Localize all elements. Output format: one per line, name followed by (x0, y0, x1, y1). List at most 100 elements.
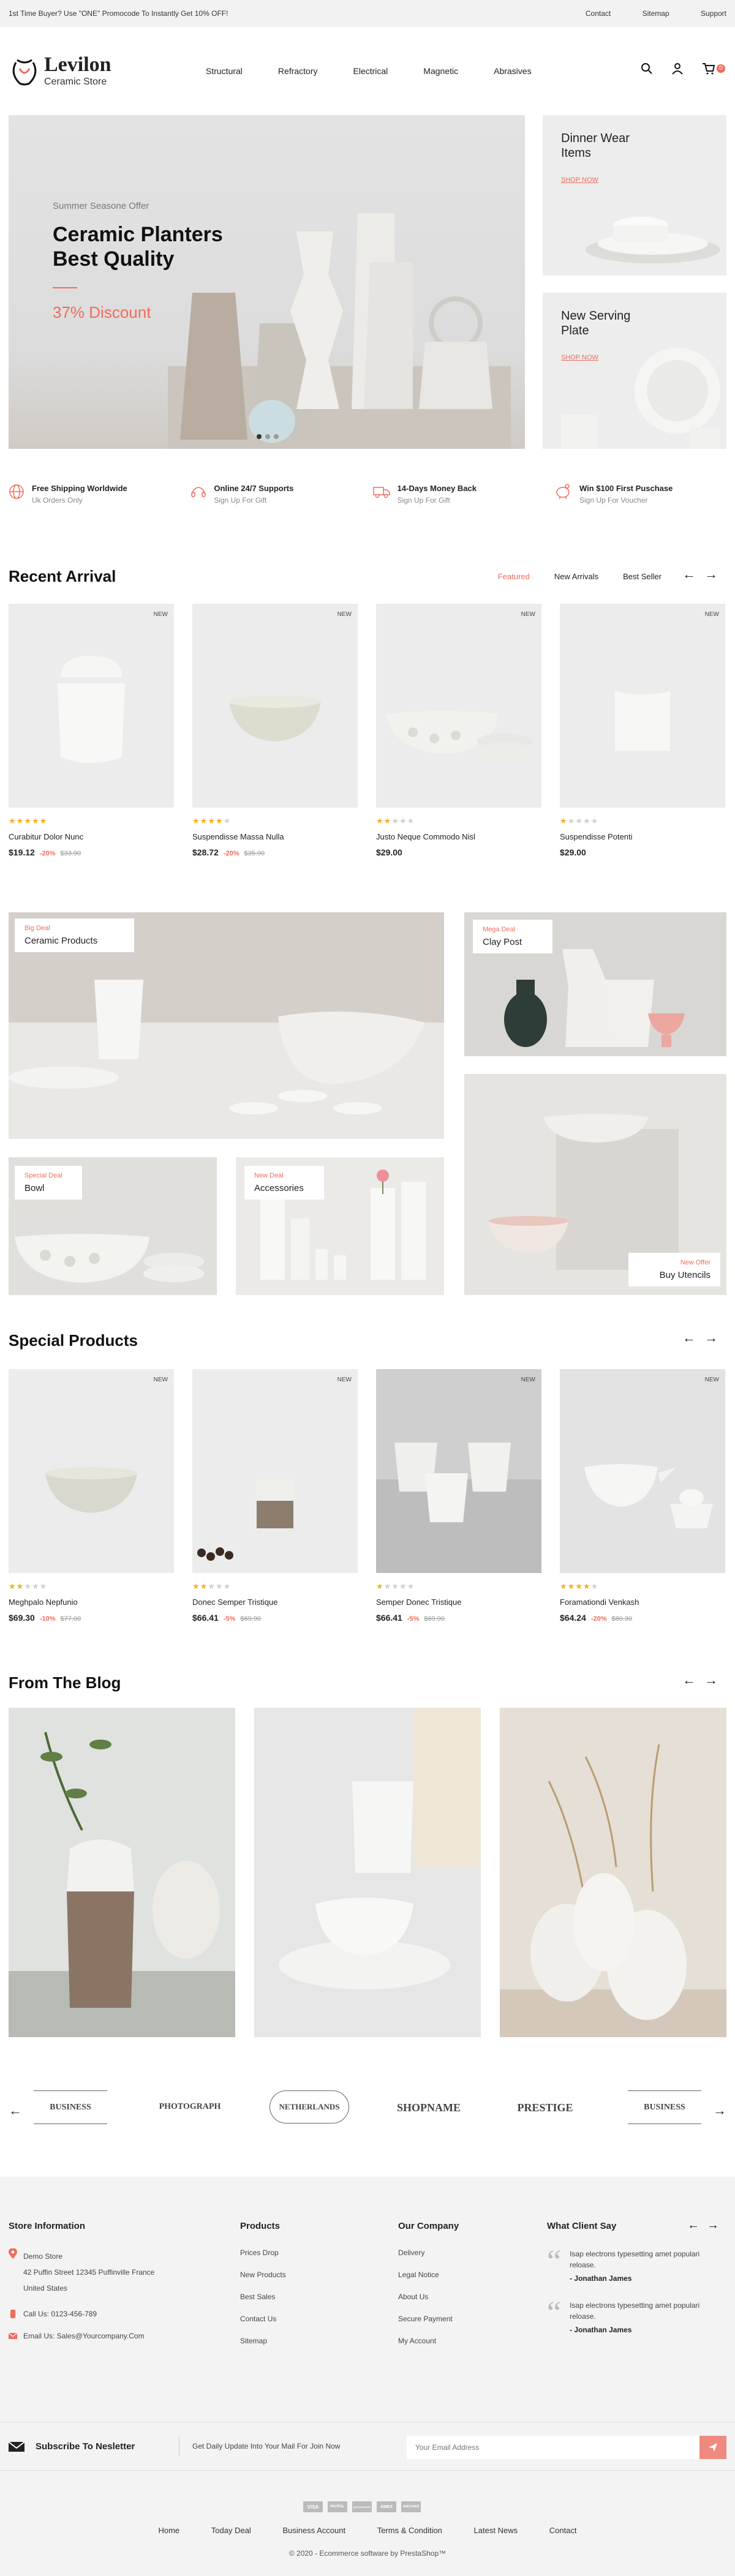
bottom-link-latest-news[interactable]: Latest News (474, 2526, 518, 2535)
brand-logo[interactable]: PRESTIGE (502, 2090, 588, 2125)
cart-button[interactable]: 0 (702, 62, 725, 75)
tab-featured[interactable]: Featured (498, 572, 530, 581)
banner-ceramic-products[interactable]: Big Deal Ceramic Products (9, 912, 444, 1139)
bottom-link-business-account[interactable]: Business Account (282, 2526, 345, 2535)
site-logo[interactable]: Levilon Ceramic Store (9, 54, 192, 88)
banner-clay-post[interactable]: Mega Deal Clay Post (464, 912, 726, 1056)
footer-link-sitemap[interactable]: Sitemap (240, 2337, 286, 2345)
product-image[interactable]: NEW (192, 1369, 358, 1573)
brand-logo[interactable]: PHOTOGRAPH (150, 2090, 230, 2123)
brand-logo[interactable]: NETHERLANDS (270, 2090, 349, 2124)
star-filled-icon: ★ (575, 1582, 583, 1591)
arrow-right-icon[interactable]: → (713, 2103, 726, 2119)
blog-post-image[interactable] (9, 1708, 235, 2037)
tab-new-arrivals[interactable]: New Arrivals (554, 572, 598, 581)
topbar-link-support[interactable]: Support (701, 9, 726, 18)
product-image[interactable]: NEW (560, 1369, 725, 1573)
feature-sub: Uk Orders Only (32, 496, 83, 505)
bottom-link-today-deal[interactable]: Today Deal (211, 2526, 251, 2535)
footer-link-prices-drop[interactable]: Prices Drop (240, 2248, 286, 2257)
banner-kicker: Special Deal (24, 1172, 62, 1179)
star-empty-icon: ★ (223, 1582, 232, 1591)
footer-link-delivery[interactable]: Delivery (398, 2248, 459, 2257)
product-name[interactable]: Semper Donec Tristique (376, 1598, 541, 1607)
product-image[interactable]: NEW (376, 604, 541, 808)
topbar-link-contact[interactable]: Contact (586, 9, 611, 18)
store-email[interactable]: Email Us: Sales@Yourcompany.Com (23, 2332, 145, 2340)
arrow-right-icon[interactable]: → (704, 1672, 726, 1688)
product-card[interactable]: NEW ★★★★★ Justo Neque Commodo Nisl $29.0… (376, 604, 541, 857)
nav-magnetic[interactable]: Magnetic (423, 66, 458, 76)
new-badge: NEW (704, 1376, 719, 1383)
footer-link-best-sales[interactable]: Best Sales (240, 2292, 286, 2301)
banner-accessories[interactable]: New Deal Accessories (236, 1157, 444, 1295)
company-col-title: Our Company (398, 2221, 459, 2231)
product-card[interactable]: NEW ★★★★★ Donec Semper Tristique $66.41-… (192, 1369, 358, 1623)
brand-logo[interactable]: BUSINESS (628, 2090, 701, 2124)
product-name[interactable]: Foramationdi Venkash (560, 1598, 725, 1607)
blog-post-image[interactable] (254, 1708, 481, 2037)
product-image[interactable]: NEW (9, 1369, 174, 1573)
hero-slider[interactable]: Summer Seasone Offer Ceramic Planters Bes… (9, 115, 525, 449)
blog-post-image[interactable] (500, 1708, 726, 2037)
product-price: $66.41 (376, 1613, 402, 1623)
footer-link-about-us[interactable]: About Us (398, 2292, 459, 2301)
footer-link-secure-payment[interactable]: Secure Payment (398, 2315, 459, 2323)
product-name[interactable]: Suspendisse Massa Nulla (192, 832, 358, 841)
store-phone[interactable]: Call Us: 0123-456-789 (23, 2310, 97, 2318)
nav-structural[interactable]: Structural (206, 66, 243, 76)
arrow-left-icon[interactable]: ← (682, 566, 704, 582)
bottom-link-home[interactable]: Home (158, 2526, 179, 2535)
product-card[interactable]: NEW ★★★★★ Foramationdi Venkash $64.24 -20… (560, 1369, 725, 1623)
product-name[interactable]: Suspendisse Potenti (560, 832, 725, 841)
product-image[interactable]: NEW (376, 1369, 541, 1573)
slider-dots[interactable] (257, 434, 279, 439)
product-name[interactable]: Meghpalo Nepfunio (9, 1598, 174, 1607)
banner-buy-utencils[interactable]: New Offer Buy Utencils (464, 1074, 726, 1295)
topbar-link-sitemap[interactable]: Sitemap (643, 9, 669, 18)
product-card[interactable]: NEW ★★★★★ Suspendisse Massa Nulla $28.72… (192, 604, 358, 857)
arrow-left-icon[interactable]: ← (9, 2103, 22, 2119)
banner-bowl[interactable]: Special Deal Bowl (9, 1157, 217, 1295)
banner-serving-plate[interactable]: New Serving Plate SHOP NOW (543, 293, 726, 449)
product-card[interactable]: NEW ★★★★★ Semper Donec Tristique $66.41-… (376, 1369, 541, 1623)
user-icon[interactable] (671, 62, 684, 75)
star-empty-icon: ★ (24, 1582, 32, 1591)
brand-logo[interactable]: SHOPNAME (386, 2090, 472, 2125)
arrow-right-icon[interactable]: → (707, 2218, 726, 2232)
globe-icon (9, 484, 24, 499)
dinner-wear-shop-now[interactable]: SHOP NOW (561, 176, 598, 184)
brand-logo[interactable]: BUSINESS (34, 2090, 107, 2124)
arrow-right-icon[interactable]: → (704, 566, 726, 582)
bottom-link-terms[interactable]: Terms & Condition (377, 2526, 442, 2535)
banner-dinner-wear[interactable]: Dinner Wear Items SHOP NOW (543, 115, 726, 276)
footer-link-contact-us[interactable]: Contact Us (240, 2315, 286, 2323)
arrow-left-icon[interactable]: ← (687, 2218, 707, 2232)
footer-link-new-products[interactable]: New Products (240, 2270, 286, 2279)
product-name[interactable]: Curabitur Dolor Nunc (9, 832, 174, 841)
product-image[interactable]: NEW (192, 604, 358, 808)
product-name[interactable]: Donec Semper Tristique (192, 1598, 358, 1607)
newsletter-email-input[interactable] (407, 2436, 699, 2459)
footer-link-my-account[interactable]: My Account (398, 2337, 459, 2345)
arrow-right-icon[interactable]: → (704, 1330, 726, 1345)
nav-electrical[interactable]: Electrical (353, 66, 388, 76)
products-col-title: Products (240, 2221, 281, 2231)
nav-abrasives[interactable]: Abrasives (494, 66, 531, 76)
newsletter-submit-button[interactable] (699, 2436, 726, 2459)
site-footer: Store Information Demo Store 42 Puffin St… (0, 2177, 735, 2576)
product-image[interactable]: NEW (560, 604, 725, 808)
arrow-left-icon[interactable]: ← (682, 1330, 704, 1345)
footer-link-legal-notice[interactable]: Legal Notice (398, 2270, 459, 2279)
arrow-left-icon[interactable]: ← (682, 1672, 704, 1688)
search-icon[interactable] (641, 62, 653, 75)
product-card[interactable]: NEW ★★★★★ Curabitur Dolor Nunc $19.12 -20… (9, 604, 174, 857)
product-card[interactable]: NEW ★★★★★ Suspendisse Potenti $29.00 (560, 604, 725, 857)
product-card[interactable]: NEW ★★★★★ Meghpalo Nepfunio $69.30 -10% $7… (9, 1369, 174, 1623)
tab-best-seller[interactable]: Best Seller (623, 572, 662, 581)
bottom-link-contact[interactable]: Contact (549, 2526, 577, 2535)
feature-sub: Sign Up For Gift (397, 496, 450, 505)
product-name[interactable]: Justo Neque Commodo Nisl (376, 832, 541, 841)
product-image[interactable]: NEW (9, 604, 174, 808)
nav-refractory[interactable]: Refractory (278, 66, 318, 76)
